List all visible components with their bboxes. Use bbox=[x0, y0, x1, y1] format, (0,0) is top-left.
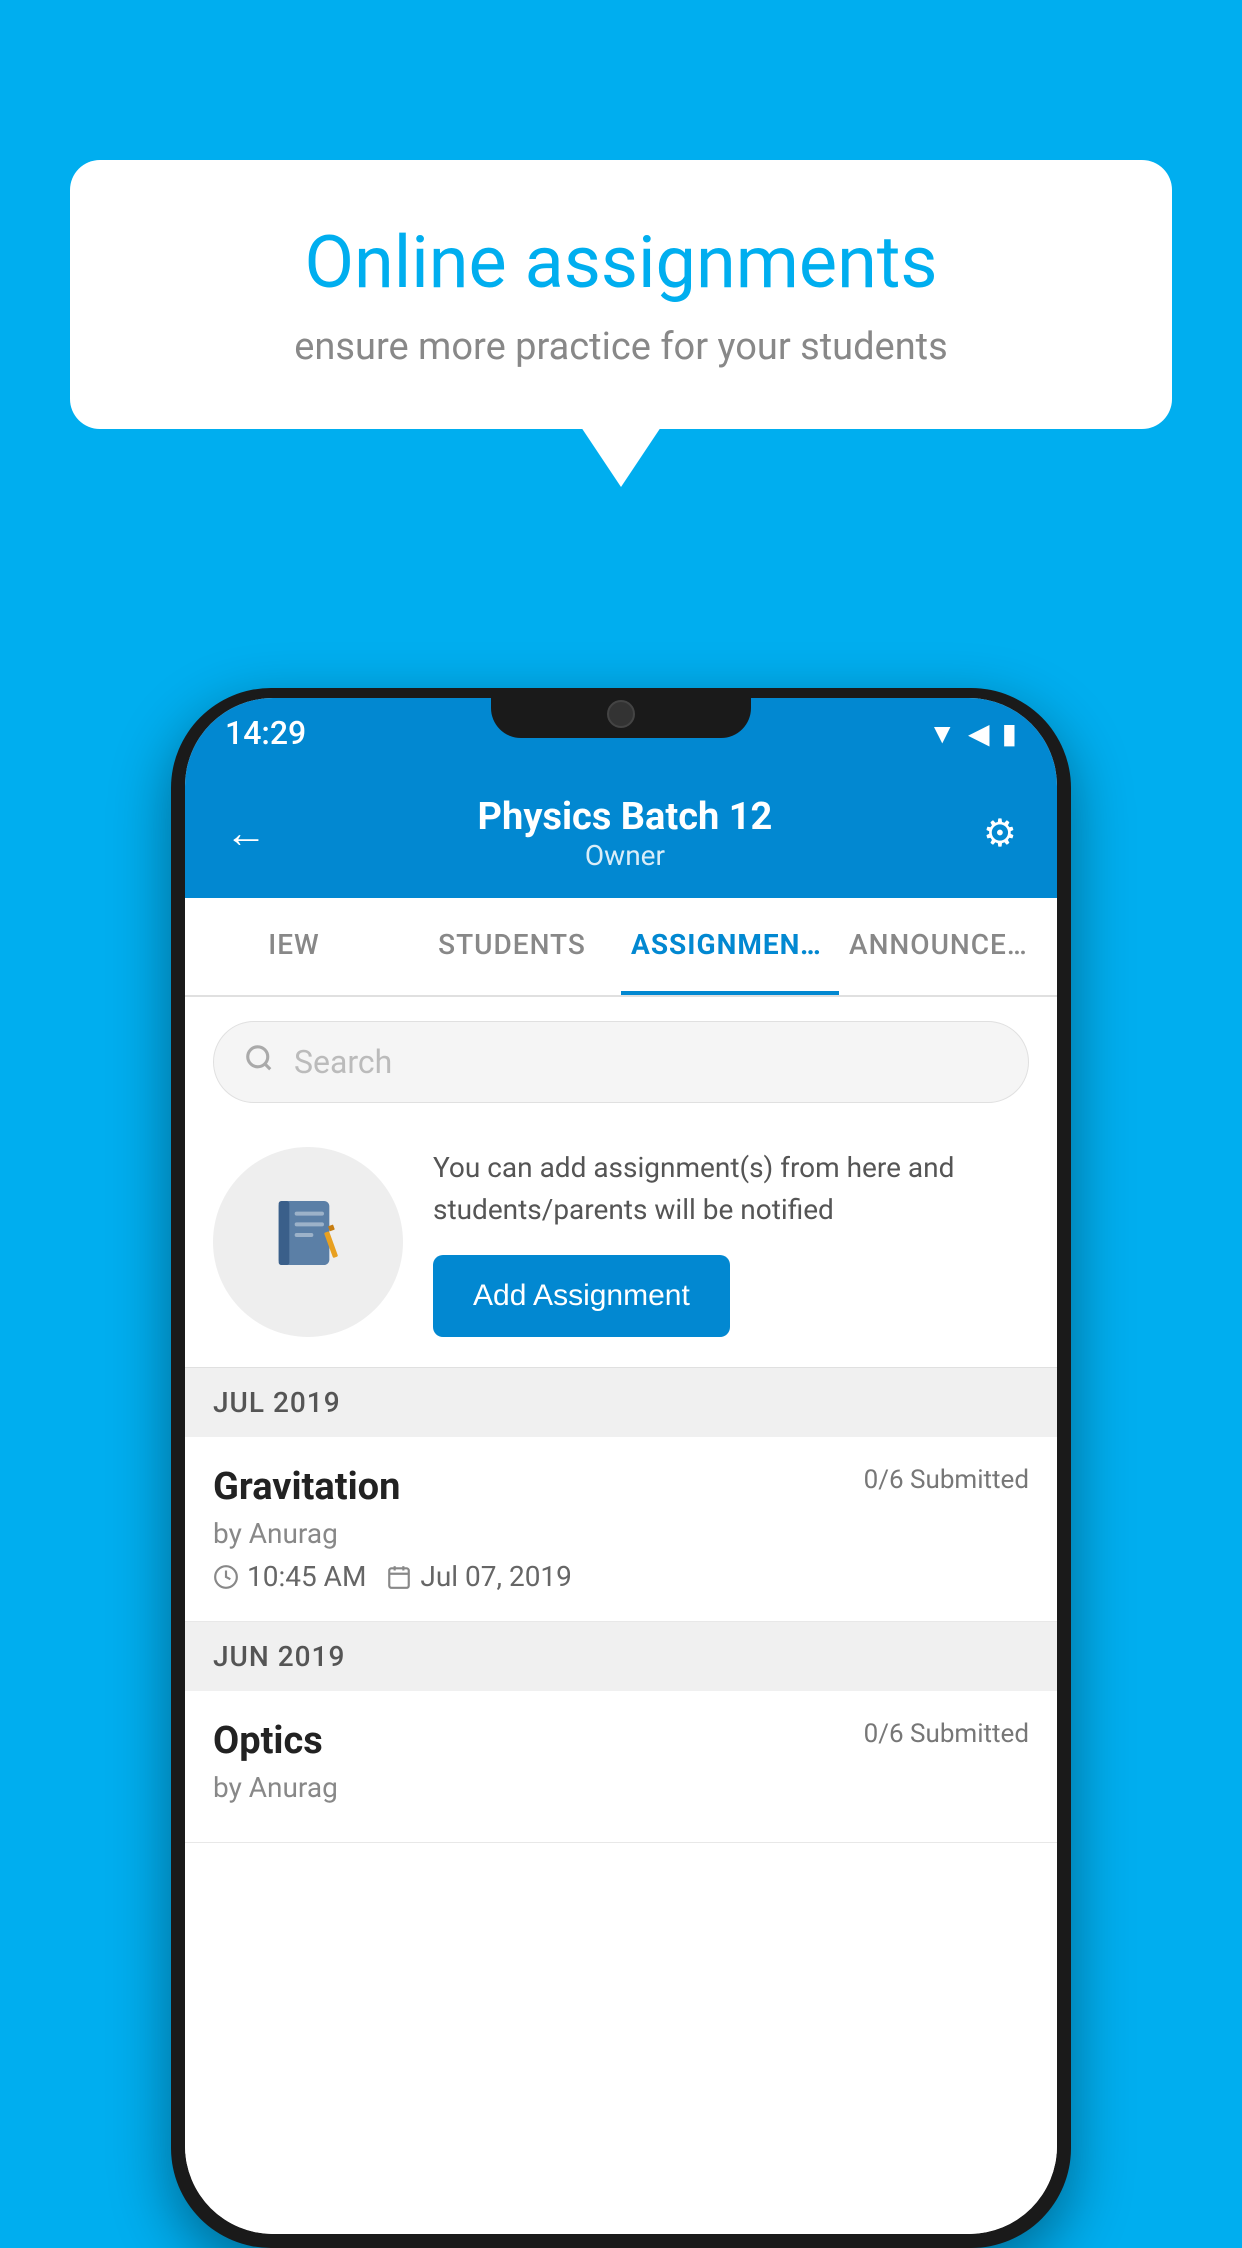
month-header-jul: JUL 2019 bbox=[185, 1368, 1057, 1437]
assignment-header: Optics 0/6 Submitted bbox=[213, 1719, 1029, 1763]
assignment-author: by Anurag bbox=[213, 1771, 1029, 1804]
table-row[interactable]: Gravitation 0/6 Submitted by Anurag 10:4… bbox=[185, 1437, 1057, 1622]
status-icons: ▼ ◀ ▮ bbox=[928, 717, 1017, 750]
bubble-subtitle: ensure more practice for your students bbox=[140, 325, 1102, 369]
promo-section: You can add assignment(s) from here and … bbox=[185, 1127, 1057, 1368]
assignment-title: Optics bbox=[213, 1719, 323, 1763]
app-header: ← Physics Batch 12 Owner ⚙ bbox=[185, 768, 1057, 898]
settings-icon[interactable]: ⚙ bbox=[983, 811, 1017, 856]
time-block: 10:45 AM bbox=[213, 1560, 366, 1593]
signal-icon: ◀ bbox=[968, 717, 990, 750]
calendar-icon bbox=[386, 1564, 412, 1590]
assignment-datetime: 10:45 AM Jul 07, 2019 bbox=[213, 1560, 1029, 1593]
promo-text-block: You can add assignment(s) from here and … bbox=[433, 1147, 1029, 1337]
promo-icon-circle bbox=[213, 1147, 403, 1337]
tab-assignments[interactable]: ASSIGNMENTS bbox=[621, 898, 839, 995]
assignment-header: Gravitation 0/6 Submitted bbox=[213, 1465, 1029, 1509]
promo-description: You can add assignment(s) from here and … bbox=[433, 1147, 1029, 1231]
header-title-block: Physics Batch 12 Owner bbox=[267, 795, 983, 872]
bubble-pointer bbox=[581, 427, 661, 487]
date-block: Jul 07, 2019 bbox=[386, 1560, 572, 1593]
assignment-title: Gravitation bbox=[213, 1465, 400, 1509]
search-placeholder: Search bbox=[294, 1043, 392, 1081]
phone-frame: 14:29 ▼ ◀ ▮ ← Physics Batch 12 Owner ⚙ I… bbox=[171, 688, 1071, 2248]
status-time: 14:29 bbox=[225, 714, 306, 752]
month-header-jun: JUN 2019 bbox=[185, 1622, 1057, 1691]
bubble-title: Online assignments bbox=[140, 220, 1102, 305]
clock-icon bbox=[213, 1564, 239, 1590]
page-title: Physics Batch 12 bbox=[267, 795, 983, 839]
assignment-submitted: 0/6 Submitted bbox=[864, 1719, 1029, 1749]
assignment-time: 10:45 AM bbox=[247, 1560, 366, 1593]
assignment-author: by Anurag bbox=[213, 1517, 1029, 1550]
assignment-date: Jul 07, 2019 bbox=[420, 1560, 572, 1593]
page-subtitle: Owner bbox=[267, 839, 983, 872]
tab-announcements[interactable]: ANNOUNCEMENTS bbox=[839, 898, 1057, 995]
add-assignment-button[interactable]: Add Assignment bbox=[433, 1255, 730, 1337]
phone-camera bbox=[607, 700, 635, 728]
assignment-submitted: 0/6 Submitted bbox=[864, 1465, 1029, 1495]
tab-students[interactable]: STUDENTS bbox=[403, 898, 621, 995]
tab-overview[interactable]: IEW bbox=[185, 898, 403, 995]
battery-icon: ▮ bbox=[1002, 717, 1017, 750]
table-row[interactable]: Optics 0/6 Submitted by Anurag bbox=[185, 1691, 1057, 1843]
speech-bubble-wrapper: Online assignments ensure more practice … bbox=[70, 160, 1172, 487]
search-icon bbox=[244, 1042, 274, 1082]
tabs-bar: IEW STUDENTS ASSIGNMENTS ANNOUNCEMENTS bbox=[185, 898, 1057, 997]
wifi-icon: ▼ bbox=[928, 717, 956, 750]
speech-bubble: Online assignments ensure more practice … bbox=[70, 160, 1172, 429]
search-bar[interactable]: Search bbox=[213, 1021, 1029, 1103]
phone-inner: 14:29 ▼ ◀ ▮ ← Physics Batch 12 Owner ⚙ I… bbox=[185, 698, 1057, 2234]
notebook-icon bbox=[268, 1193, 348, 1291]
screen-content: Search bbox=[185, 997, 1057, 2234]
back-button[interactable]: ← bbox=[225, 809, 267, 858]
phone-notch bbox=[491, 688, 751, 738]
